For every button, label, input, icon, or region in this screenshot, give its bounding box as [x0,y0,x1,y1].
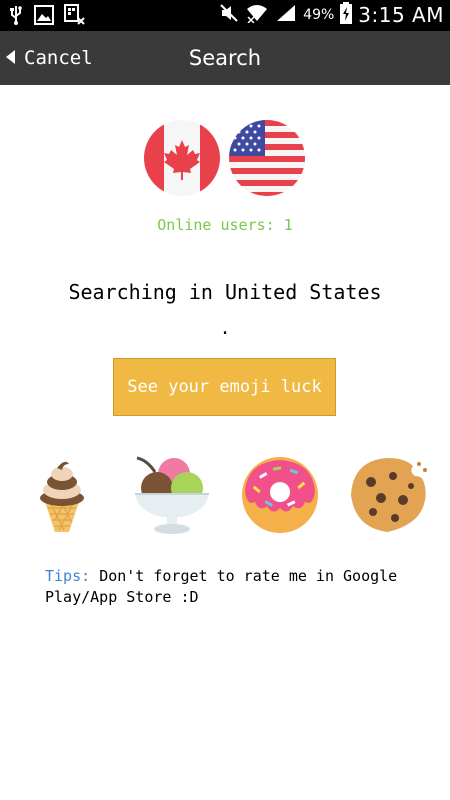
battery-charging-icon [340,2,353,28]
united-states-flag-icon [229,120,305,196]
system-status: 49% 3:15 AM [219,2,444,28]
signal-icon [275,3,297,27]
online-users-label: Online users: [157,216,275,234]
tips-message: Don't forget to rate me in Google Play/A… [45,567,398,606]
notification-icons [8,4,86,30]
cookie-icon[interactable] [343,450,433,540]
tips-label: Tips: [45,567,91,585]
online-users-count: 1 [283,216,293,234]
donut-icon[interactable] [235,450,325,540]
action-bar: Search Cancel [0,31,450,85]
battery-percent: 49% [303,7,335,23]
online-users-text: Online users: 1 [0,216,450,234]
ice-cream-bowl-icon[interactable] [127,450,217,540]
mute-icon [219,3,239,27]
search-status: Searching in United States [68,280,382,304]
tips-text: Tips: Don't forget to rate me in Google … [45,566,425,608]
canada-flag-icon [144,120,220,196]
back-arrow-icon [6,49,16,68]
wifi-icon [245,3,269,27]
status-bar: 49% 3:15 AM [0,0,450,31]
progress-dots: . [219,318,231,339]
ice-cream-cone-icon[interactable] [17,450,107,540]
emoji-luck-button[interactable]: See your emoji luck [113,358,336,416]
usb-icon [8,5,24,29]
emoji-row [0,450,450,540]
dismissed-notification-icon [64,4,86,30]
cancel-label: Cancel [24,47,93,69]
cancel-button[interactable]: Cancel [6,31,93,85]
country-flags [0,120,450,198]
gallery-icon [34,5,54,29]
clock: 3:15 AM [358,3,444,27]
